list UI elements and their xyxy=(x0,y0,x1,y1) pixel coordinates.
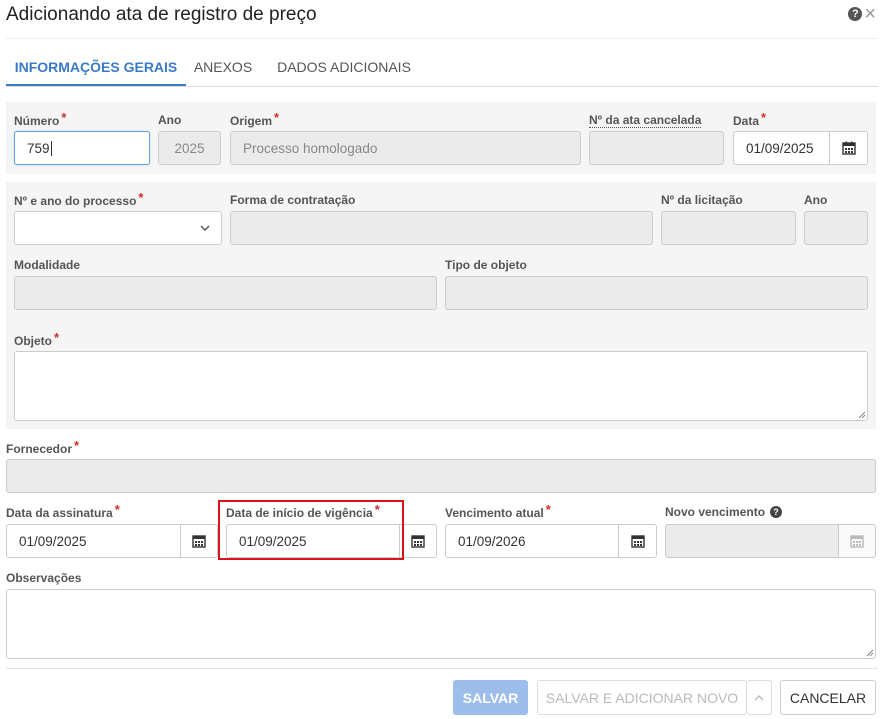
ata-cancelada-input xyxy=(589,131,724,165)
vencimento-atual-input[interactable]: 01/09/2026 xyxy=(445,524,619,558)
observacoes-textarea[interactable] xyxy=(6,589,876,659)
numero-input[interactable]: 759 xyxy=(14,131,150,165)
close-icon[interactable]: × xyxy=(864,4,876,24)
tab-anexos[interactable]: ANEXOS xyxy=(192,48,254,86)
help-icon[interactable]: ? xyxy=(770,506,783,518)
assinatura-input[interactable]: 01/09/2025 xyxy=(6,524,181,558)
licitacao-ano-label: Ano xyxy=(804,193,828,207)
processo-label: Nº e ano do processo * xyxy=(14,190,144,208)
origem-label: Origem * xyxy=(230,110,280,128)
chevron-down-icon xyxy=(200,225,210,231)
header-divider xyxy=(6,38,878,39)
licitacao-input xyxy=(661,211,796,245)
calendar-icon xyxy=(841,141,856,155)
tipo-objeto-input xyxy=(445,276,868,310)
licitacao-label: Nº da licitação xyxy=(661,193,743,207)
novo-vencimento-label: Novo vencimento? xyxy=(665,505,783,519)
modalidade-label: Modalidade xyxy=(14,258,81,272)
ano-label: Ano xyxy=(158,113,182,127)
forma-contratacao-input xyxy=(230,211,653,245)
forma-contratacao-label: Forma de contratação xyxy=(230,193,356,207)
dialog-title: Adicionando ata de registro de preço xyxy=(6,4,317,25)
data-calendar-button[interactable] xyxy=(829,131,868,165)
processo-select[interactable] xyxy=(14,211,222,245)
fornecedor-input xyxy=(6,459,876,493)
save-button[interactable]: SALVAR xyxy=(453,680,528,715)
vencimento-atual-calendar-button[interactable] xyxy=(618,524,657,558)
novo-vencimento-calendar-button xyxy=(838,524,876,558)
ano-input: 2025 xyxy=(158,131,221,165)
assinatura-calendar-button[interactable] xyxy=(180,524,218,558)
header-icons: ? × xyxy=(848,4,876,24)
licitacao-ano-input xyxy=(804,211,868,245)
fornecedor-label: Fornecedor * xyxy=(6,438,80,456)
tab-bar: INFORMAÇÕES GERAIS ANEXOS DADOS ADICIONA… xyxy=(6,48,878,87)
resize-grip-icon[interactable] xyxy=(858,411,866,419)
objeto-label: Objeto * xyxy=(14,330,60,348)
novo-vencimento-input xyxy=(665,524,839,558)
cancel-button[interactable]: CANCELAR xyxy=(780,680,876,715)
vencimento-atual-label: Vencimento atual * xyxy=(445,502,551,520)
tipo-objeto-label: Tipo de objeto xyxy=(445,258,527,272)
ata-cancelada-label: Nº da ata cancelada xyxy=(589,113,702,128)
footer-divider xyxy=(6,668,878,669)
save-and-new-button[interactable]: SALVAR E ADICIONAR NOVO xyxy=(537,680,747,715)
modalidade-input xyxy=(14,276,437,310)
save-options-button[interactable] xyxy=(747,680,772,715)
tab-dados-adicionais[interactable]: DADOS ADICIONAIS xyxy=(276,48,412,86)
calendar-icon xyxy=(192,535,206,548)
origem-input: Processo homologado xyxy=(230,131,581,165)
numero-label: Número * xyxy=(14,110,67,128)
data-label: Data * xyxy=(733,110,767,128)
resize-grip-icon[interactable] xyxy=(866,649,874,657)
inicio-vigencia-calendar-button[interactable] xyxy=(399,524,437,558)
calendar-icon xyxy=(411,535,425,548)
calendar-icon xyxy=(630,535,645,548)
objeto-textarea[interactable] xyxy=(14,351,868,421)
tab-informacoes-gerais[interactable]: INFORMAÇÕES GERAIS xyxy=(6,48,186,86)
help-icon[interactable]: ? xyxy=(848,7,863,21)
assinatura-label: Data da assinatura * xyxy=(6,502,120,520)
inicio-vigencia-highlight xyxy=(218,500,404,560)
calendar-icon xyxy=(850,535,864,548)
chevron-up-icon xyxy=(754,695,764,701)
observacoes-label: Observações xyxy=(6,571,82,585)
data-input[interactable]: 01/09/2025 xyxy=(733,131,830,165)
